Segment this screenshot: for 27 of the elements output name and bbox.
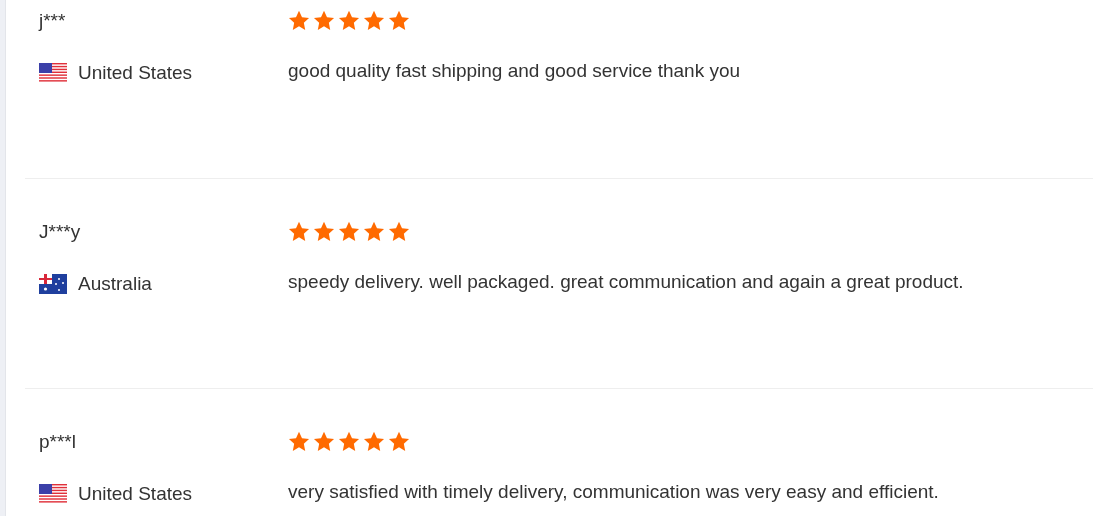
star-icon bbox=[363, 221, 385, 242]
review-text: speedy delivery. well packaged. great communication and again a great product. bbox=[288, 271, 964, 293]
star-icon bbox=[338, 10, 360, 31]
star-icon bbox=[363, 431, 385, 452]
review-text: good quality fast shipping and good service thank you bbox=[288, 60, 741, 82]
star-icon bbox=[338, 431, 360, 452]
reviewer-name: p***l bbox=[39, 431, 76, 453]
flag-icon bbox=[39, 63, 67, 83]
star-icon bbox=[388, 221, 410, 242]
star-icon bbox=[288, 10, 310, 31]
star-icon bbox=[388, 10, 410, 31]
star-icon bbox=[313, 221, 335, 242]
country-name: United States bbox=[78, 62, 193, 84]
star-icon bbox=[313, 431, 335, 452]
reviewer-name: J***y bbox=[39, 221, 81, 243]
reviewer-name: j*** bbox=[39, 10, 66, 32]
star-icon bbox=[388, 431, 410, 452]
country-name: Australia bbox=[78, 273, 152, 295]
review-text: very satisfied with timely delivery, communication was very easy and efficient. bbox=[288, 481, 939, 503]
star-icon bbox=[288, 221, 310, 242]
star-icon bbox=[338, 221, 360, 242]
country-name: United States bbox=[78, 483, 193, 505]
star-icon bbox=[313, 10, 335, 31]
star-icon bbox=[288, 431, 310, 452]
flag-icon bbox=[39, 274, 67, 294]
star-icon bbox=[363, 10, 385, 31]
flag-icon bbox=[39, 484, 67, 504]
